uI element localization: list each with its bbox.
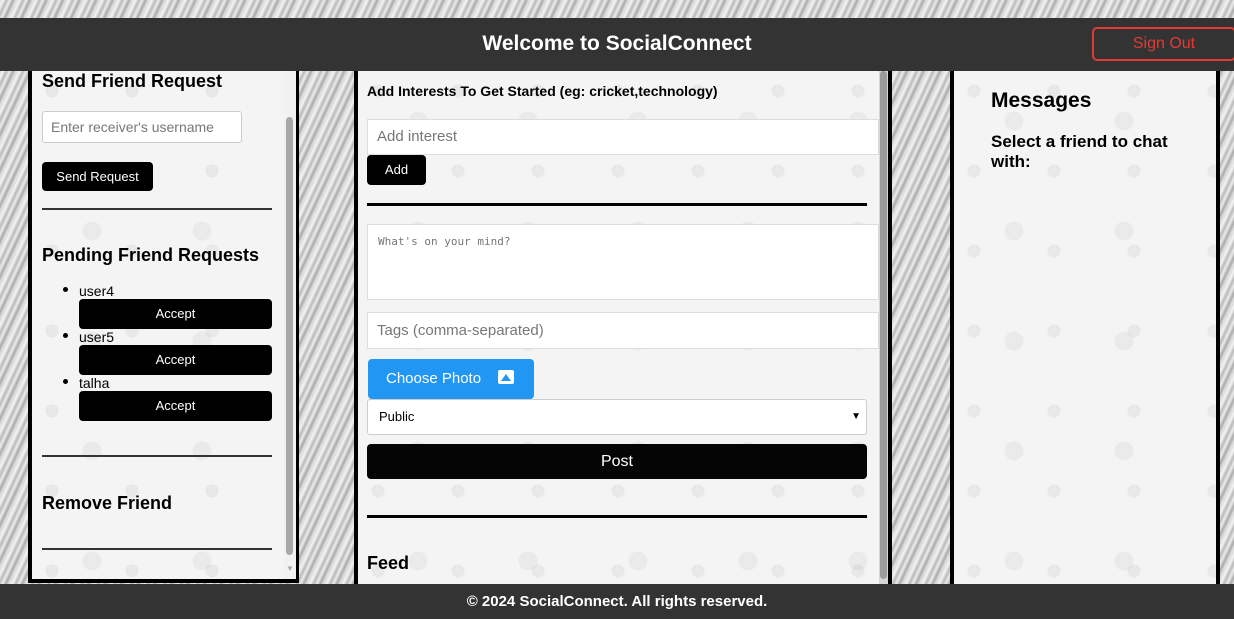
divider (367, 203, 867, 206)
list-item: talha Accept (42, 375, 272, 421)
scrollbar[interactable] (879, 71, 888, 584)
interest-input[interactable]: Add interest (367, 119, 879, 155)
feed-title: Feed (367, 553, 410, 573)
scrollbar-thumb[interactable] (286, 117, 293, 555)
visibility-selected: Public (379, 409, 415, 424)
divider (42, 548, 272, 550)
divider (42, 455, 272, 457)
friends-panel: Send Friend Request Enter receiver's use… (28, 71, 299, 583)
sign-out-button[interactable]: Sign Out (1092, 27, 1234, 61)
choose-photo-label: Choose Photo (386, 370, 482, 387)
list-item: user4 Accept (42, 283, 272, 329)
interests-label: Add Interests To Get Started (eg: cricke… (367, 83, 718, 99)
request-username: user4 (79, 283, 115, 299)
page-title: Welcome to SocialConnect (482, 32, 752, 55)
post-textarea[interactable]: What's on your mind? (367, 224, 879, 300)
accept-button[interactable]: Accept (79, 391, 272, 421)
accept-button[interactable]: Accept (79, 345, 272, 375)
request-username: user5 (79, 329, 115, 345)
tags-input[interactable]: Tags (comma-separated) (367, 312, 879, 349)
post-button[interactable]: Post (367, 444, 867, 479)
remove-friend-title: Remove Friend (42, 493, 173, 513)
accept-button[interactable]: Accept (79, 299, 272, 329)
messages-title: Messages (991, 89, 1092, 112)
bullet-icon (63, 333, 68, 338)
add-interest-button[interactable]: Add (367, 155, 426, 185)
visibility-select[interactable]: Public ▼ (367, 399, 867, 435)
send-request-title: Send Friend Request (42, 71, 223, 91)
bullet-icon (63, 379, 68, 384)
scrollbar[interactable]: ▼ (284, 71, 296, 579)
receiver-username-input[interactable]: Enter receiver's username (42, 111, 242, 143)
list-item: user5 Accept (42, 329, 272, 375)
send-request-button[interactable]: Send Request (42, 162, 153, 191)
pending-requests-list: user4 Accept user5 Accept talha Accept (42, 283, 272, 421)
scroll-down-icon[interactable]: ▼ (286, 564, 294, 573)
footer-text: © 2024 SocialConnect. All rights reserve… (466, 593, 768, 610)
divider (367, 515, 867, 518)
image-icon (498, 370, 514, 384)
messages-panel: Messages Select a friend to chat with: (950, 71, 1220, 584)
post-panel: Add Interests To Get Started (eg: cricke… (354, 71, 892, 584)
scrollbar-thumb[interactable] (880, 71, 887, 579)
chat-prompt: Select a friend to chat with: (991, 132, 1168, 171)
request-username: talha (79, 375, 110, 391)
app-header: Welcome to SocialConnect Sign Out (0, 18, 1234, 71)
chevron-down-icon: ▼ (851, 411, 861, 422)
choose-photo-button[interactable]: Choose Photo (368, 359, 534, 399)
pending-requests-title: Pending Friend Requests (42, 245, 260, 265)
bullet-icon (63, 287, 68, 292)
app-footer: © 2024 SocialConnect. All rights reserve… (0, 584, 1234, 619)
divider (42, 208, 272, 210)
